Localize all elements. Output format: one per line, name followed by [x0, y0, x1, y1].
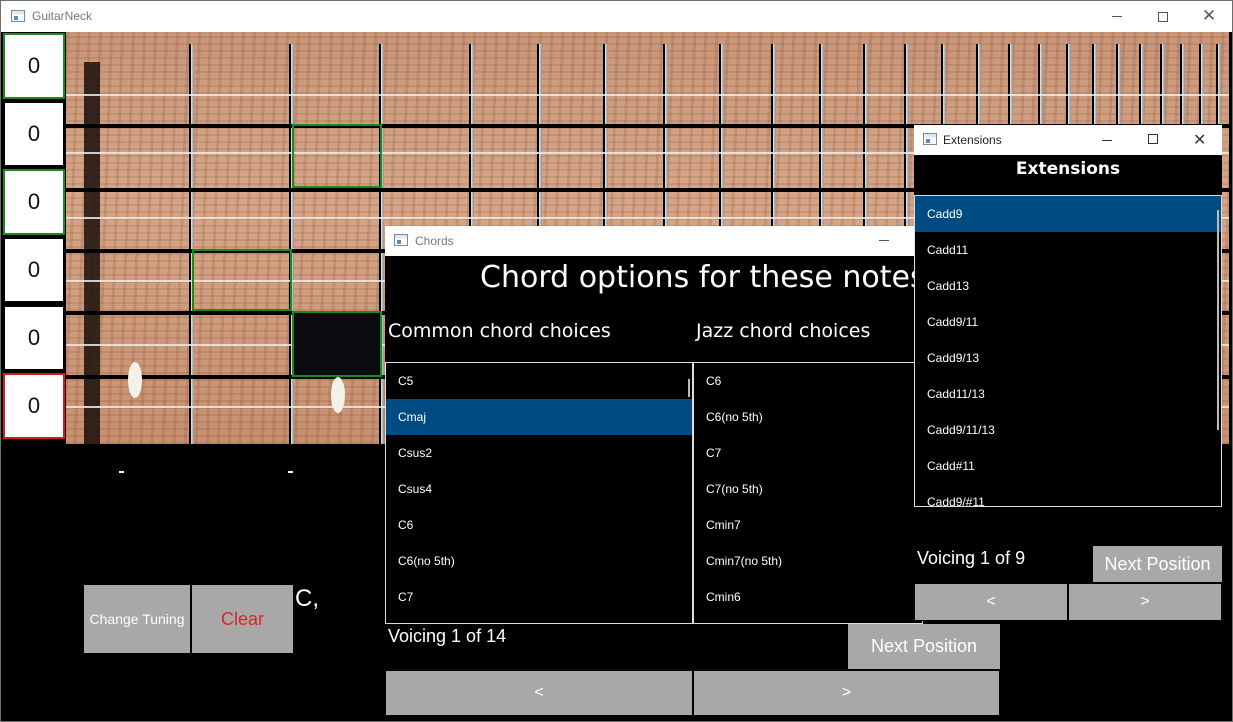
chord-display: C, — [295, 585, 319, 612]
maximize-icon — [1158, 11, 1168, 22]
fret-cell-selected[interactable] — [292, 311, 382, 377]
extensions-titlebar[interactable]: Extensions ✕ — [914, 125, 1222, 155]
string-counter-5[interactable]: 0 — [3, 305, 65, 371]
chord-item[interactable]: C6(no 5th) — [386, 543, 692, 579]
app-icon — [11, 10, 25, 22]
common-chords-heading: Common chord choices — [388, 320, 611, 342]
string-wire-1 — [66, 94, 1229, 96]
fret-marker — [119, 471, 124, 473]
close-icon: ✕ — [1201, 6, 1217, 26]
jazz-chords-heading: Jazz chord choices — [696, 320, 871, 342]
fret-3 — [379, 44, 384, 444]
extensions-heading: Extensions — [1015, 159, 1121, 179]
chord-item[interactable]: Csus4 — [386, 471, 692, 507]
clear-button[interactable]: Clear — [192, 585, 293, 653]
scrollbar-thumb[interactable] — [1217, 210, 1219, 430]
common-chords-list[interactable]: C5 Cmaj Csus2 Csus4 C6 C6(no 5th) C7 — [385, 362, 693, 624]
maximize-icon[interactable] — [1148, 134, 1158, 144]
chords-voicing-label: Voicing 1 of 14 — [388, 626, 507, 646]
extensions-list[interactable]: Cadd9 Cadd11 Cadd13 Cadd9/11 Cadd9/13 Ca… — [914, 195, 1222, 507]
extensions-next-position-button[interactable]: Next Position — [1093, 546, 1222, 582]
fret-2 — [289, 44, 294, 444]
minimize-icon — [1112, 16, 1122, 17]
chord-item[interactable]: C6 — [694, 363, 922, 399]
chords-next-position-button[interactable]: Next Position — [848, 624, 1000, 669]
chord-item[interactable]: C7 — [694, 435, 922, 471]
extension-item[interactable]: Cadd9/#11 — [915, 484, 1221, 506]
window-title: GuitarNeck — [32, 9, 93, 23]
extensions-prev-button[interactable]: < — [915, 584, 1067, 620]
fret-inlay-dot — [128, 362, 142, 398]
close-button[interactable]: ✕ — [1186, 1, 1232, 32]
extension-item[interactable]: Cadd13 — [915, 268, 1221, 304]
fret-marker — [288, 471, 293, 473]
minimize-button[interactable] — [1094, 1, 1140, 32]
string-counter-6[interactable]: 0 — [3, 373, 65, 439]
fret-1 — [189, 44, 194, 444]
chords-heading: Chord options for these notes — [480, 260, 926, 295]
chords-window: Chords Chord options for these notes Com… — [385, 226, 1000, 716]
extension-item[interactable]: Cadd#11 — [915, 448, 1221, 484]
extension-item[interactable]: Cadd11/13 — [915, 376, 1221, 412]
minimize-icon[interactable] — [879, 240, 889, 241]
chords-titlebar[interactable]: Chords — [385, 226, 1000, 256]
chord-item[interactable]: Cmin7(no 5th) — [694, 543, 922, 579]
chord-item[interactable]: C5 — [386, 363, 692, 399]
extension-item[interactable]: Cadd9/13 — [915, 340, 1221, 376]
extension-item[interactable]: Cadd11 — [915, 232, 1221, 268]
extension-item[interactable]: Cadd9/11/13 — [915, 412, 1221, 448]
string-counter-4[interactable]: 0 — [3, 237, 65, 303]
fret-cell-highlight[interactable] — [192, 249, 292, 311]
main-titlebar[interactable]: GuitarNeck ✕ — [1, 1, 1232, 32]
maximize-button[interactable] — [1140, 1, 1186, 32]
chord-item[interactable]: C7(no 5th) — [694, 471, 922, 507]
app-icon — [923, 133, 937, 145]
extension-item-selected[interactable]: Cadd9 — [915, 196, 1221, 232]
extensions-next-button[interactable]: > — [1069, 584, 1221, 620]
app-icon — [394, 234, 408, 246]
jazz-chords-list[interactable]: C6 C6(no 5th) C7 C7(no 5th) Cmin7 Cmin7(… — [693, 362, 923, 624]
chord-item[interactable]: Csus2 — [386, 435, 692, 471]
fret-inlay-dot — [331, 377, 345, 413]
extensions-voicing-label: Voicing 1 of 9 — [917, 548, 1026, 568]
close-icon[interactable]: ✕ — [1193, 130, 1206, 150]
chord-item[interactable]: C6 — [386, 507, 692, 543]
nut — [84, 62, 100, 444]
chord-item-selected[interactable]: Cmaj — [386, 399, 692, 435]
extensions-window: Extensions ✕ Extensions Cadd9 Cadd11 Cad… — [914, 125, 1222, 621]
extensions-window-title: Extensions — [943, 133, 1002, 147]
chords-next-button[interactable]: > — [694, 671, 999, 715]
scrollbar-thumb[interactable] — [688, 379, 690, 397]
string-counter-2[interactable]: 0 — [3, 101, 65, 167]
chord-item[interactable]: Cmin7 — [694, 507, 922, 543]
string-counter-3[interactable]: 0 — [3, 169, 65, 235]
fret-cell-highlight[interactable] — [292, 124, 382, 188]
string-counter-1[interactable]: 0 — [3, 33, 65, 99]
extension-item[interactable]: Cadd9/11 — [915, 304, 1221, 340]
chords-prev-button[interactable]: < — [386, 671, 692, 715]
minimize-icon[interactable] — [1102, 140, 1112, 141]
chords-window-title: Chords — [415, 234, 454, 248]
chord-item[interactable]: C7 — [386, 579, 692, 615]
chord-item[interactable]: C6(no 5th) — [694, 399, 922, 435]
chord-item[interactable]: Cmin6 — [694, 579, 922, 615]
change-tuning-button[interactable]: Change Tuning — [84, 585, 190, 653]
